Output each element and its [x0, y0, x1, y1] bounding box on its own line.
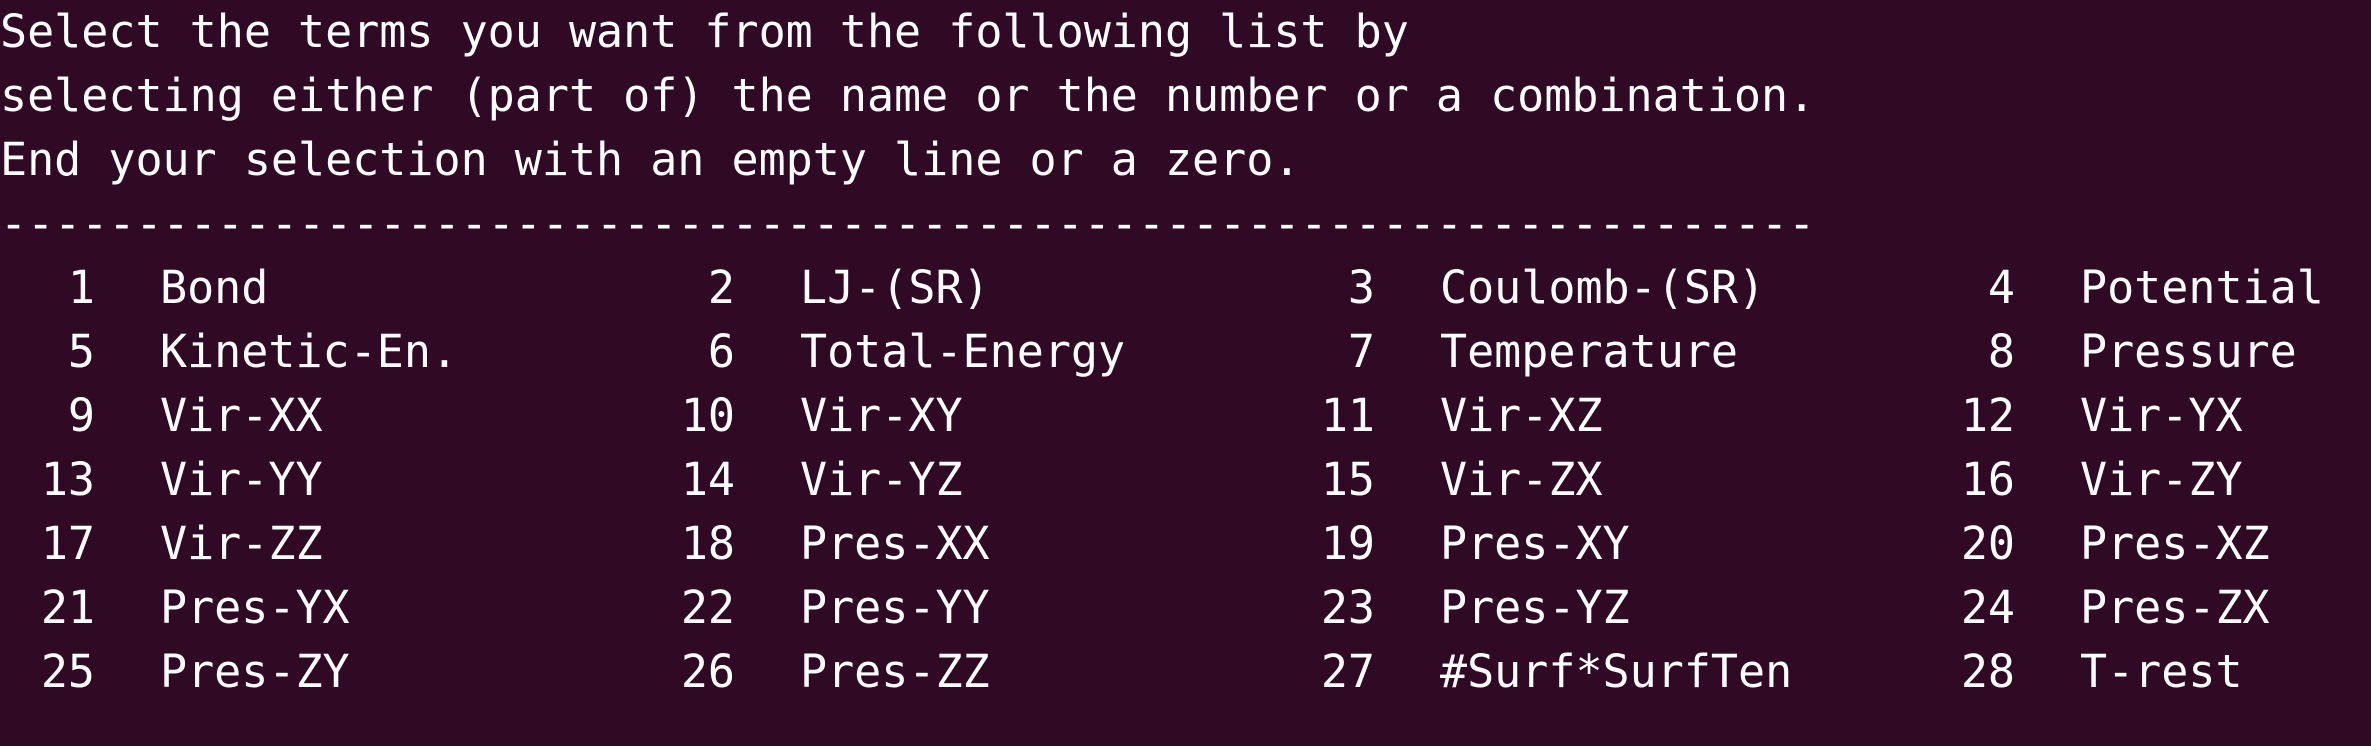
- term-number: 27: [1320, 645, 1375, 698]
- term-item: 16 Vir-ZY: [1920, 448, 2243, 512]
- term-number: 6: [707, 325, 735, 378]
- terms-row: 21 Pres-YX 22 Pres-YY 23 Pres-YZ 24 Pres-ZX: [0, 576, 2371, 640]
- term-number: 8: [1987, 325, 2015, 378]
- term-name: Vir-XY: [800, 389, 963, 442]
- term-item: 18 Pres-XX: [640, 512, 990, 576]
- instruction-line-2: selecting either (part of) the name or t…: [0, 69, 1816, 122]
- term-name: Pres-ZZ: [800, 645, 990, 698]
- term-number: 5: [67, 325, 95, 378]
- term-item: 13 Vir-YY: [0, 448, 323, 512]
- term-number: 21: [40, 581, 95, 634]
- term-name: Vir-ZX: [1440, 453, 1603, 506]
- term-name: Potential: [2080, 261, 2324, 314]
- term-item: 27 #Surf*SurfTen: [1280, 640, 1792, 704]
- term-name: Pres-ZX: [2080, 581, 2270, 634]
- term-item: 9 Vir-XX: [0, 384, 323, 448]
- term-number: 19: [1320, 517, 1375, 570]
- terms-grid: 1 Bond 2 LJ-(SR) 3 Coulomb-(SR) 4 Potential …: [0, 256, 2371, 704]
- terminal-window[interactable]: Select the terms you want from the follo…: [0, 0, 2371, 746]
- term-number: 25: [40, 645, 95, 698]
- term-name: Bond: [160, 261, 269, 314]
- term-number: 2: [707, 261, 735, 314]
- term-number: 26: [680, 645, 735, 698]
- term-name: Vir-YZ: [800, 453, 963, 506]
- term-number: 18: [680, 517, 735, 570]
- term-number: 3: [1347, 261, 1375, 314]
- term-item: 20 Pres-XZ: [1920, 512, 2270, 576]
- term-name: Vir-YX: [2080, 389, 2243, 442]
- terms-row: 1 Bond 2 LJ-(SR) 3 Coulomb-(SR) 4 Potential: [0, 256, 2371, 320]
- terms-row: 17 Vir-ZZ 18 Pres-XX 19 Pres-XY 20 Pres-XZ: [0, 512, 2371, 576]
- term-name: Pres-YX: [160, 581, 350, 634]
- term-name: Vir-XZ: [1440, 389, 1603, 442]
- term-number: 14: [680, 453, 735, 506]
- term-name: Pres-XX: [800, 517, 990, 570]
- term-item: 26 Pres-ZZ: [640, 640, 990, 704]
- term-number: 16: [1960, 453, 2015, 506]
- term-name: Pres-ZY: [160, 645, 350, 698]
- terms-row: 5 Kinetic-En. 6 Total-Energy 7 Temperature …: [0, 320, 2371, 384]
- term-item: 2 LJ-(SR): [640, 256, 990, 320]
- term-item: 15 Vir-ZX: [1280, 448, 1603, 512]
- term-name: Temperature: [1440, 325, 1739, 378]
- term-item: 4 Potential: [1920, 256, 2324, 320]
- term-name: Vir-ZY: [2080, 453, 2243, 506]
- term-item: 11 Vir-XZ: [1280, 384, 1603, 448]
- term-number: 24: [1960, 581, 2015, 634]
- term-number: 4: [1987, 261, 2015, 314]
- term-name: Vir-XX: [160, 389, 323, 442]
- term-name: Vir-ZZ: [160, 517, 323, 570]
- terms-row: 13 Vir-YY 14 Vir-YZ 15 Vir-ZX 16 Vir-ZY: [0, 448, 2371, 512]
- term-name: Pres-YZ: [1440, 581, 1630, 634]
- term-item: 28 T-rest: [1920, 640, 2243, 704]
- term-name: #Surf*SurfTen: [1440, 645, 1793, 698]
- term-number: 13: [40, 453, 95, 506]
- term-number: 1: [67, 261, 95, 314]
- term-number: 28: [1960, 645, 2015, 698]
- term-number: 23: [1320, 581, 1375, 634]
- term-name: Kinetic-En.: [160, 325, 459, 378]
- term-name: Pres-XZ: [2080, 517, 2270, 570]
- term-number: 9: [67, 389, 95, 442]
- term-item: 1 Bond: [0, 256, 268, 320]
- term-number: 12: [1960, 389, 2015, 442]
- term-item: 3 Coulomb-(SR): [1280, 256, 1765, 320]
- term-item: 7 Temperature: [1280, 320, 1738, 384]
- term-item: 6 Total-Energy: [640, 320, 1125, 384]
- term-number: 22: [680, 581, 735, 634]
- term-item: 8 Pressure: [1920, 320, 2297, 384]
- term-number: 17: [40, 517, 95, 570]
- instruction-line-3: End your selection with an empty line or…: [0, 133, 1301, 186]
- term-name: Pres-YY: [800, 581, 990, 634]
- term-name: Vir-YY: [160, 453, 323, 506]
- term-number: 20: [1960, 517, 2015, 570]
- term-number: 10: [680, 389, 735, 442]
- term-item: 19 Pres-XY: [1280, 512, 1630, 576]
- term-number: 15: [1320, 453, 1375, 506]
- terms-row: 25 Pres-ZY 26 Pres-ZZ 27 #Surf*SurfTen 28 T-…: [0, 640, 2371, 704]
- term-name: LJ-(SR): [800, 261, 990, 314]
- separator-line: ----------------------------------------…: [0, 197, 1816, 250]
- term-item: 21 Pres-YX: [0, 576, 350, 640]
- instruction-line-1: Select the terms you want from the follo…: [0, 5, 1409, 58]
- term-item: 12 Vir-YX: [1920, 384, 2243, 448]
- term-name: Coulomb-(SR): [1440, 261, 1766, 314]
- term-item: 23 Pres-YZ: [1280, 576, 1630, 640]
- term-number: 7: [1347, 325, 1375, 378]
- term-item: 5 Kinetic-En.: [0, 320, 458, 384]
- term-name: Pres-XY: [1440, 517, 1630, 570]
- term-item: 25 Pres-ZY: [0, 640, 350, 704]
- term-item: 22 Pres-YY: [640, 576, 990, 640]
- term-name: Total-Energy: [800, 325, 1126, 378]
- term-name: Pressure: [2080, 325, 2297, 378]
- terms-row: 9 Vir-XX 10 Vir-XY 11 Vir-XZ 12 Vir-YX: [0, 384, 2371, 448]
- term-number: 11: [1320, 389, 1375, 442]
- term-name: T-rest: [2080, 645, 2243, 698]
- term-item: 14 Vir-YZ: [640, 448, 963, 512]
- term-item: 17 Vir-ZZ: [0, 512, 323, 576]
- term-item: 10 Vir-XY: [640, 384, 963, 448]
- term-item: 24 Pres-ZX: [1920, 576, 2270, 640]
